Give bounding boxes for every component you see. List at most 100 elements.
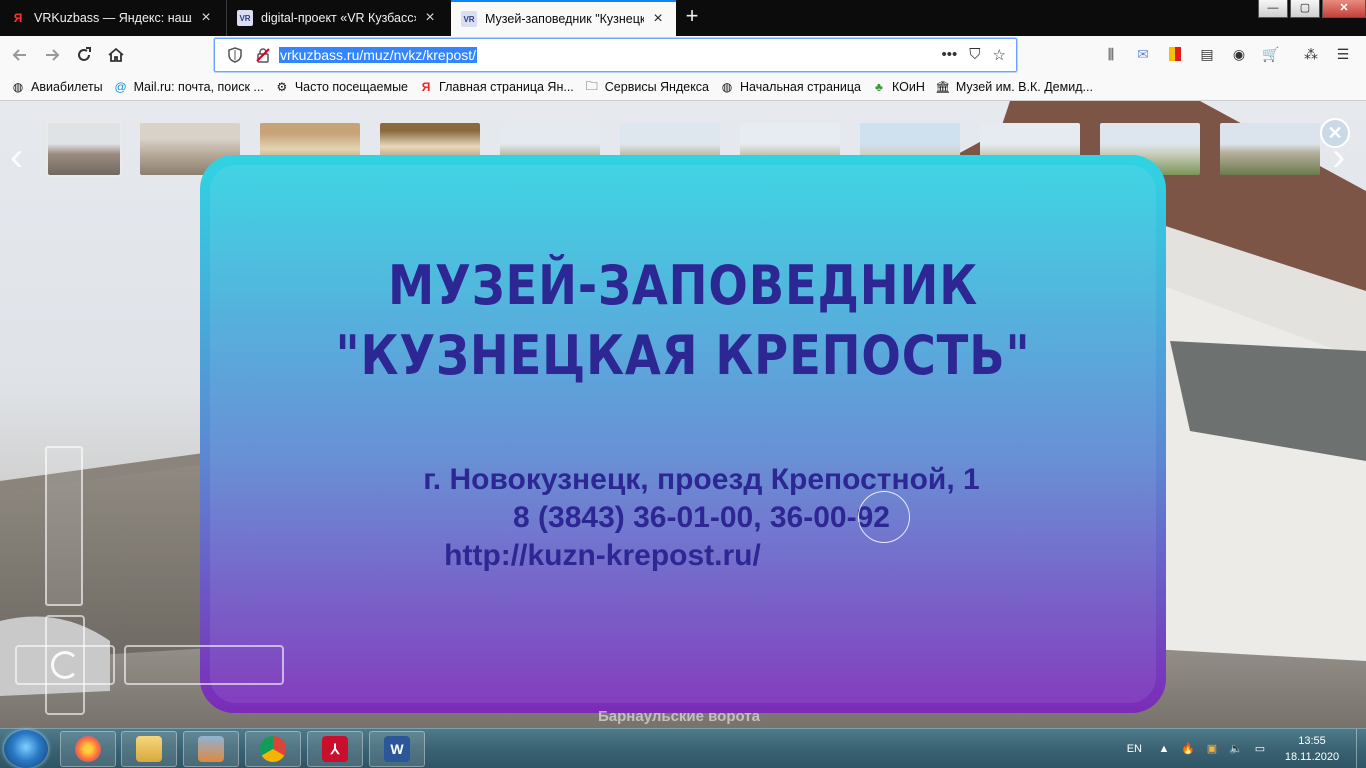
museum-address: г. Новокузнецк, проезд Крепостной, 1 [423,463,980,496]
show-hidden-icons-icon[interactable]: ▲ [1157,742,1171,756]
new-tab-button[interactable]: + [680,5,704,29]
bookmark-item[interactable]: ◍ Авиабилеты [10,79,103,95]
close-tab-icon[interactable]: × [422,10,438,26]
museum-icon: 🏛 [935,80,951,94]
shield-icon[interactable] [227,47,243,63]
museum-title-line1: МУЗЕЙ-ЗАПОВЕДНИК [387,254,979,317]
taskbar-chrome[interactable] [245,731,301,767]
extensions-icon[interactable]: ⁂ [1300,43,1322,65]
minimize-button[interactable]: — [1258,0,1288,18]
koin-icon: ♣ [875,80,883,94]
network-icon[interactable]: ▭ [1253,742,1267,756]
start-button[interactable] [4,730,48,768]
tab-digital-project[interactable]: VR digital-проект «VR Кузбасс» — × [226,0,448,36]
vr-kuzbass-icon: VR [461,11,477,27]
taskbar-word[interactable]: W [369,731,425,767]
bookmark-item[interactable]: Я Главная страница Ян... [418,79,574,95]
bookmark-item[interactable]: 🗀 Сервисы Яндекса [584,79,709,95]
viewer-control-bar[interactable] [124,645,284,685]
info-overlay-inner [210,165,1156,703]
taskbar-firefox[interactable] [60,731,116,767]
pocket-icon[interactable]: ⛉ [969,46,980,64]
taskbar-calculator[interactable] [183,731,239,767]
address-bar[interactable]: vrkuzbass.ru/muz/nvkz/krepost/ ••• ⛉ ☆ [214,38,1017,72]
mail-icon[interactable]: ✉ [1132,43,1154,65]
tab-vrkuzbass-yandex[interactable]: Я VRKuzbass — Яндекс: нашлось × [0,0,224,36]
museum-title: МУЗЕЙ-ЗАПОВЕДНИК "КУЗНЕЦКАЯ КРЕПОСТЬ" [268,251,1099,391]
close-tab-icon[interactable]: × [198,10,214,26]
globe-icon: ◍ [12,80,24,94]
bookmark-item[interactable]: ⚙ Часто посещаемые [274,79,408,95]
library-icon[interactable]: ⫼ [1100,43,1122,65]
info-overlay-frame [200,155,1166,713]
acrobat-icon: ⅄ [322,736,348,762]
museum-phone: 8 (3843) 36-01-00, 36-00-92 [513,501,890,534]
hotspot-icon[interactable] [858,491,910,543]
home-icon [108,47,124,62]
tray-app-icon[interactable]: ▣ [1205,742,1219,756]
tab-title: digital-проект «VR Кузбасс» — [261,11,416,25]
tab-strip: Я VRKuzbass — Яндекс: нашлось × VR digit… [0,0,1366,36]
arrow-left-icon [12,49,26,61]
bookmark-star-icon[interactable]: ☆ [993,46,1006,64]
direction-pad[interactable] [15,615,115,715]
chrome-icon [260,736,286,762]
zoom-slider[interactable] [45,446,83,606]
rotate-icon[interactable] [51,651,79,679]
reload-icon [78,47,91,61]
explorer-icon [136,736,162,762]
maximize-button[interactable]: ▢ [1290,0,1320,18]
close-tab-icon[interactable]: × [650,11,666,27]
tab-title: VRKuzbass — Яндекс: нашлось [34,11,192,25]
clock[interactable]: 13:55 18.11.2020 [1276,733,1348,765]
globe-icon: ◍ [721,80,733,94]
window-controls: — ▢ ✕ [1256,0,1366,20]
account-icon[interactable]: ◉ [1228,43,1250,65]
close-window-button[interactable]: ✕ [1322,0,1366,18]
system-tray: EN ▲ 🔥 ▣ 🔈 ▭ 13:55 18.11.2020 [1127,729,1366,768]
thumbnail[interactable] [1220,123,1320,175]
firefox-icon [75,736,101,762]
show-desktop-button[interactable] [1356,729,1366,768]
scene-label: Барнаульские ворота [598,708,760,725]
windows-taskbar: ⅄ W EN ▲ 🔥 ▣ 🔈 ▭ 13:55 18.11.2020 [0,728,1366,768]
bookmark-item[interactable]: ♣ КОиН [871,79,925,95]
thumbnail[interactable] [48,123,120,175]
menu-icon[interactable]: ☰ [1332,43,1354,65]
cart-icon[interactable]: 🛒 [1260,43,1282,65]
calculator-icon [198,736,224,762]
mailru-icon: @ [114,80,127,94]
panorama-viewer[interactable]: ‹ › ✕ МУЗЕЙ-ЗАПОВЕДНИК "КУЗНЕЦКАЯ КРЕПОС… [0,101,1366,728]
back-button[interactable] [6,41,34,69]
yandex-icon: Я [13,11,23,25]
navigation-bar: vrkuzbass.ru/muz/nvkz/krepost/ ••• ⛉ ☆ ⫼… [0,36,1366,74]
arrow-right-icon [46,49,60,61]
reload-button[interactable] [70,41,98,69]
language-indicator[interactable]: EN [1127,743,1142,755]
bookmark-item[interactable]: @ Mail.ru: почта, поиск ... [113,79,264,95]
word-icon: W [384,736,410,762]
folder-icon: 🗀 [585,78,598,93]
reader-view-icon[interactable]: ▤ [1196,43,1218,65]
bookmark-item[interactable]: 🏛 Музей им. В.К. Демид... [935,79,1093,95]
taskbar-acrobat[interactable]: ⅄ [307,731,363,767]
taskbar-explorer[interactable] [121,731,177,767]
tray-app-icon[interactable]: 🔥 [1181,742,1195,756]
url-text[interactable]: vrkuzbass.ru/muz/nvkz/krepost/ [279,47,478,63]
tab-title: Музей-заповедник "Кузнецка [485,12,644,26]
tab-museum-active[interactable]: VR Музей-заповедник "Кузнецка × [451,0,676,36]
thumbs-prev-icon[interactable]: ‹ [10,135,23,180]
home-button[interactable] [102,41,130,69]
volume-icon[interactable]: 🔈 [1229,742,1243,756]
clock-date: 18.11.2020 [1284,751,1340,763]
close-overlay-button[interactable]: ✕ [1320,118,1350,148]
bookmark-flag-icon[interactable] [1164,43,1186,65]
insecure-lock-icon[interactable] [255,47,271,63]
page-actions-icon[interactable]: ••• [942,46,958,64]
vr-kuzbass-icon: VR [237,10,253,26]
clock-time: 13:55 [1298,735,1326,747]
museum-title-line2: "КУЗНЕЦКАЯ КРЕПОСТЬ" [335,324,1031,387]
forward-button[interactable] [38,41,66,69]
bookmark-item[interactable]: ◍ Начальная страница [719,79,861,95]
bookmarks-bar: ◍ Авиабилеты @ Mail.ru: почта, поиск ... ⚙… [0,74,1366,101]
